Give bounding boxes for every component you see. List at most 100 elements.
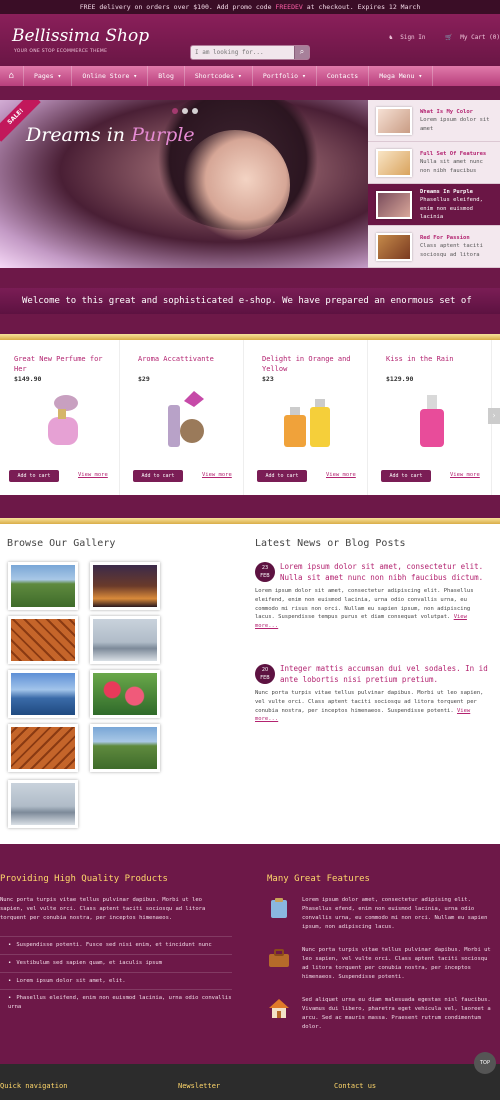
features-title: Many Great Features [267, 874, 370, 884]
product-card: Great New Perfume for Her $149.90 Add to… [0, 340, 120, 495]
slide-title-accent: Purple [131, 124, 195, 146]
tagline: YOUR ONE STOP ECOMMERCE THEME [14, 49, 108, 54]
feature-text: Nunc porta turpis vitae tellus pulvinar … [302, 947, 491, 981]
thumb-title: Full Set Of Features [420, 151, 487, 158]
date-day: 23 [261, 565, 269, 571]
nav-item-online-store[interactable]: Online Store ▾ [72, 66, 149, 86]
perfume-image[interactable] [402, 385, 460, 455]
perfume-image[interactable] [278, 385, 336, 455]
sign-in-link[interactable]: Sign In [400, 34, 425, 41]
slider-thumb[interactable]: Red For Passion Class aptent taciti socio… [368, 226, 500, 268]
thumb-text: Nulla sit amet nunc non nibh faucibus [420, 159, 483, 174]
list-item: Suspendisse potenti. Fusce sed nisi enim… [0, 936, 232, 954]
hero-slider: Dreams in Purple SALE! What Is My Color L… [0, 100, 500, 268]
nav-item-portfolio[interactable]: Portfolio ▾ [253, 66, 317, 86]
search-icon[interactable]: ⌕ [294, 46, 309, 59]
back-to-top-button[interactable]: TOP [474, 1052, 496, 1074]
thumb-image [376, 148, 412, 177]
gallery-image[interactable] [90, 670, 160, 718]
slider-dot[interactable] [182, 108, 188, 114]
slider-dot[interactable] [192, 108, 198, 114]
add-to-cart-button[interactable]: Add to cart [133, 470, 183, 482]
product-card: Kiss in the Rain $129.90 Add to cart Vie… [372, 340, 492, 495]
slider-thumb-active[interactable]: Dreams In Purple Phasellus eleifend, enim… [368, 184, 500, 226]
date-badge: 20 FEB [255, 664, 275, 684]
gallery-title: Browse Our Gallery [7, 538, 116, 549]
cart-icon[interactable]: 🛒 [445, 34, 452, 41]
nav-item-pages[interactable]: Pages ▾ [24, 66, 73, 86]
view-more-link[interactable]: View more [78, 472, 108, 478]
news-headline[interactable]: Lorem ipsum dolor sit amet, consectetur … [280, 562, 490, 583]
view-more-link[interactable]: View more [450, 472, 480, 478]
gallery-image[interactable] [8, 780, 78, 828]
nav-label: Portfolio [262, 72, 299, 80]
gallery-image[interactable] [8, 562, 78, 610]
add-to-cart-button[interactable]: Add to cart [257, 470, 307, 482]
news-headline[interactable]: Integer mattis accumsan dui vel sodales.… [280, 664, 490, 685]
date-day: 20 [261, 667, 269, 673]
product-price: $23 [262, 375, 274, 383]
carousel-next-icon[interactable]: › [488, 408, 500, 424]
product-name[interactable]: Great New Perfume for Her [14, 354, 112, 374]
search-input[interactable] [191, 46, 291, 59]
list-item: Phasellus eleifend, enim non euismod lac… [0, 989, 232, 1016]
add-to-cart-button[interactable]: Add to cart [381, 470, 431, 482]
nav-label: Online Store [82, 72, 130, 80]
slider-thumb[interactable]: Full Set Of Features Nulla sit amet nunc … [368, 142, 500, 184]
welcome-banner: Welcome to this great and sophisticated … [0, 288, 500, 314]
product-card: Aroma Accattivante $29 Add to cart View … [124, 340, 244, 495]
slide-image[interactable]: Dreams in Purple SALE! [0, 100, 368, 268]
gallery-image[interactable] [90, 562, 160, 610]
logo[interactable]: Bellissima Shop [12, 26, 149, 46]
view-more-link[interactable]: View more [202, 472, 232, 478]
gallery-image[interactable] [90, 616, 160, 664]
contact-us-title: Contact us [334, 1082, 377, 1090]
gallery-image[interactable] [8, 724, 78, 772]
nav-label: Contacts [326, 72, 359, 80]
promo-text: FREE delivery on orders over $100. Add p… [79, 3, 276, 11]
nav-item-mega-menu[interactable]: Mega Menu ▾ [369, 66, 434, 86]
slider-thumb[interactable]: What Is My Color Lorem ipsum dolor sit am… [368, 100, 500, 142]
news-item: 20 FEB Integer mattis accumsan dui vel so… [255, 664, 490, 724]
add-to-cart-button[interactable]: Add to cart [9, 470, 59, 482]
feature-text: Sed aliquet urna eu diam malesuada egest… [302, 997, 491, 1031]
product-name[interactable]: Aroma Accattivante [138, 354, 236, 374]
user-icon[interactable]: ♞ [389, 34, 393, 41]
gallery-image[interactable] [90, 724, 160, 772]
perfume-image[interactable] [30, 385, 88, 455]
feature-item: Lorem ipsum dolor amet, consectetur adip… [267, 896, 497, 932]
search-box: ⌕ [190, 45, 310, 60]
promo-text-end: at checkout. Expires 12 March [302, 3, 421, 11]
nav-label: Pages [34, 72, 54, 80]
product-price: $29 [138, 375, 150, 383]
list-item: Lorem ipsum dolor sit amet, elit. [0, 971, 232, 990]
nav-item-blog[interactable]: Blog [148, 66, 185, 86]
product-name[interactable]: Delight in Orange and Yellow [262, 354, 360, 374]
product-carousel: Great New Perfume for Her $149.90 Add to… [0, 340, 500, 495]
date-month: FEB [260, 675, 270, 681]
thumb-image [376, 106, 412, 135]
view-more-link[interactable]: View more [326, 472, 356, 478]
nav-item-shortcodes[interactable]: Shortcodes ▾ [185, 66, 253, 86]
thumb-image [376, 232, 412, 261]
account-links: ♞ Sign In 🛒 My Cart (0) [385, 34, 500, 41]
thumb-text: Class aptent taciti sociosqu ad litora [420, 243, 483, 258]
promo-bar: FREE delivery on orders over $100. Add p… [0, 0, 500, 14]
nav-item-contacts[interactable]: Contacts [317, 66, 370, 86]
home-icon[interactable]: ⌂ [0, 66, 24, 86]
feature-text: Lorem ipsum dolor amet, consectetur adip… [302, 897, 488, 931]
thumb-image [376, 190, 412, 219]
news-body: Nunc porta turpis vitae tellus pulvinar … [255, 690, 484, 714]
product-price: $129.90 [386, 375, 414, 383]
list-item: Vestibulum sed sapien quam, et iaculis i… [0, 953, 232, 972]
thumb-title: Red For Passion [420, 235, 470, 242]
perfume-image[interactable] [154, 385, 212, 455]
gallery-image[interactable] [8, 616, 78, 664]
product-name[interactable]: Kiss in the Rain [386, 354, 484, 374]
news-item: 23 FEB Lorem ipsum dolor sit amet, consec… [255, 562, 490, 631]
promo-code: FREEDEV [275, 3, 303, 11]
slider-dot[interactable] [172, 108, 178, 114]
cart-link[interactable]: My Cart (0) [460, 34, 500, 41]
gallery-image[interactable] [8, 670, 78, 718]
news-title: Latest News or Blog Posts [255, 538, 406, 549]
